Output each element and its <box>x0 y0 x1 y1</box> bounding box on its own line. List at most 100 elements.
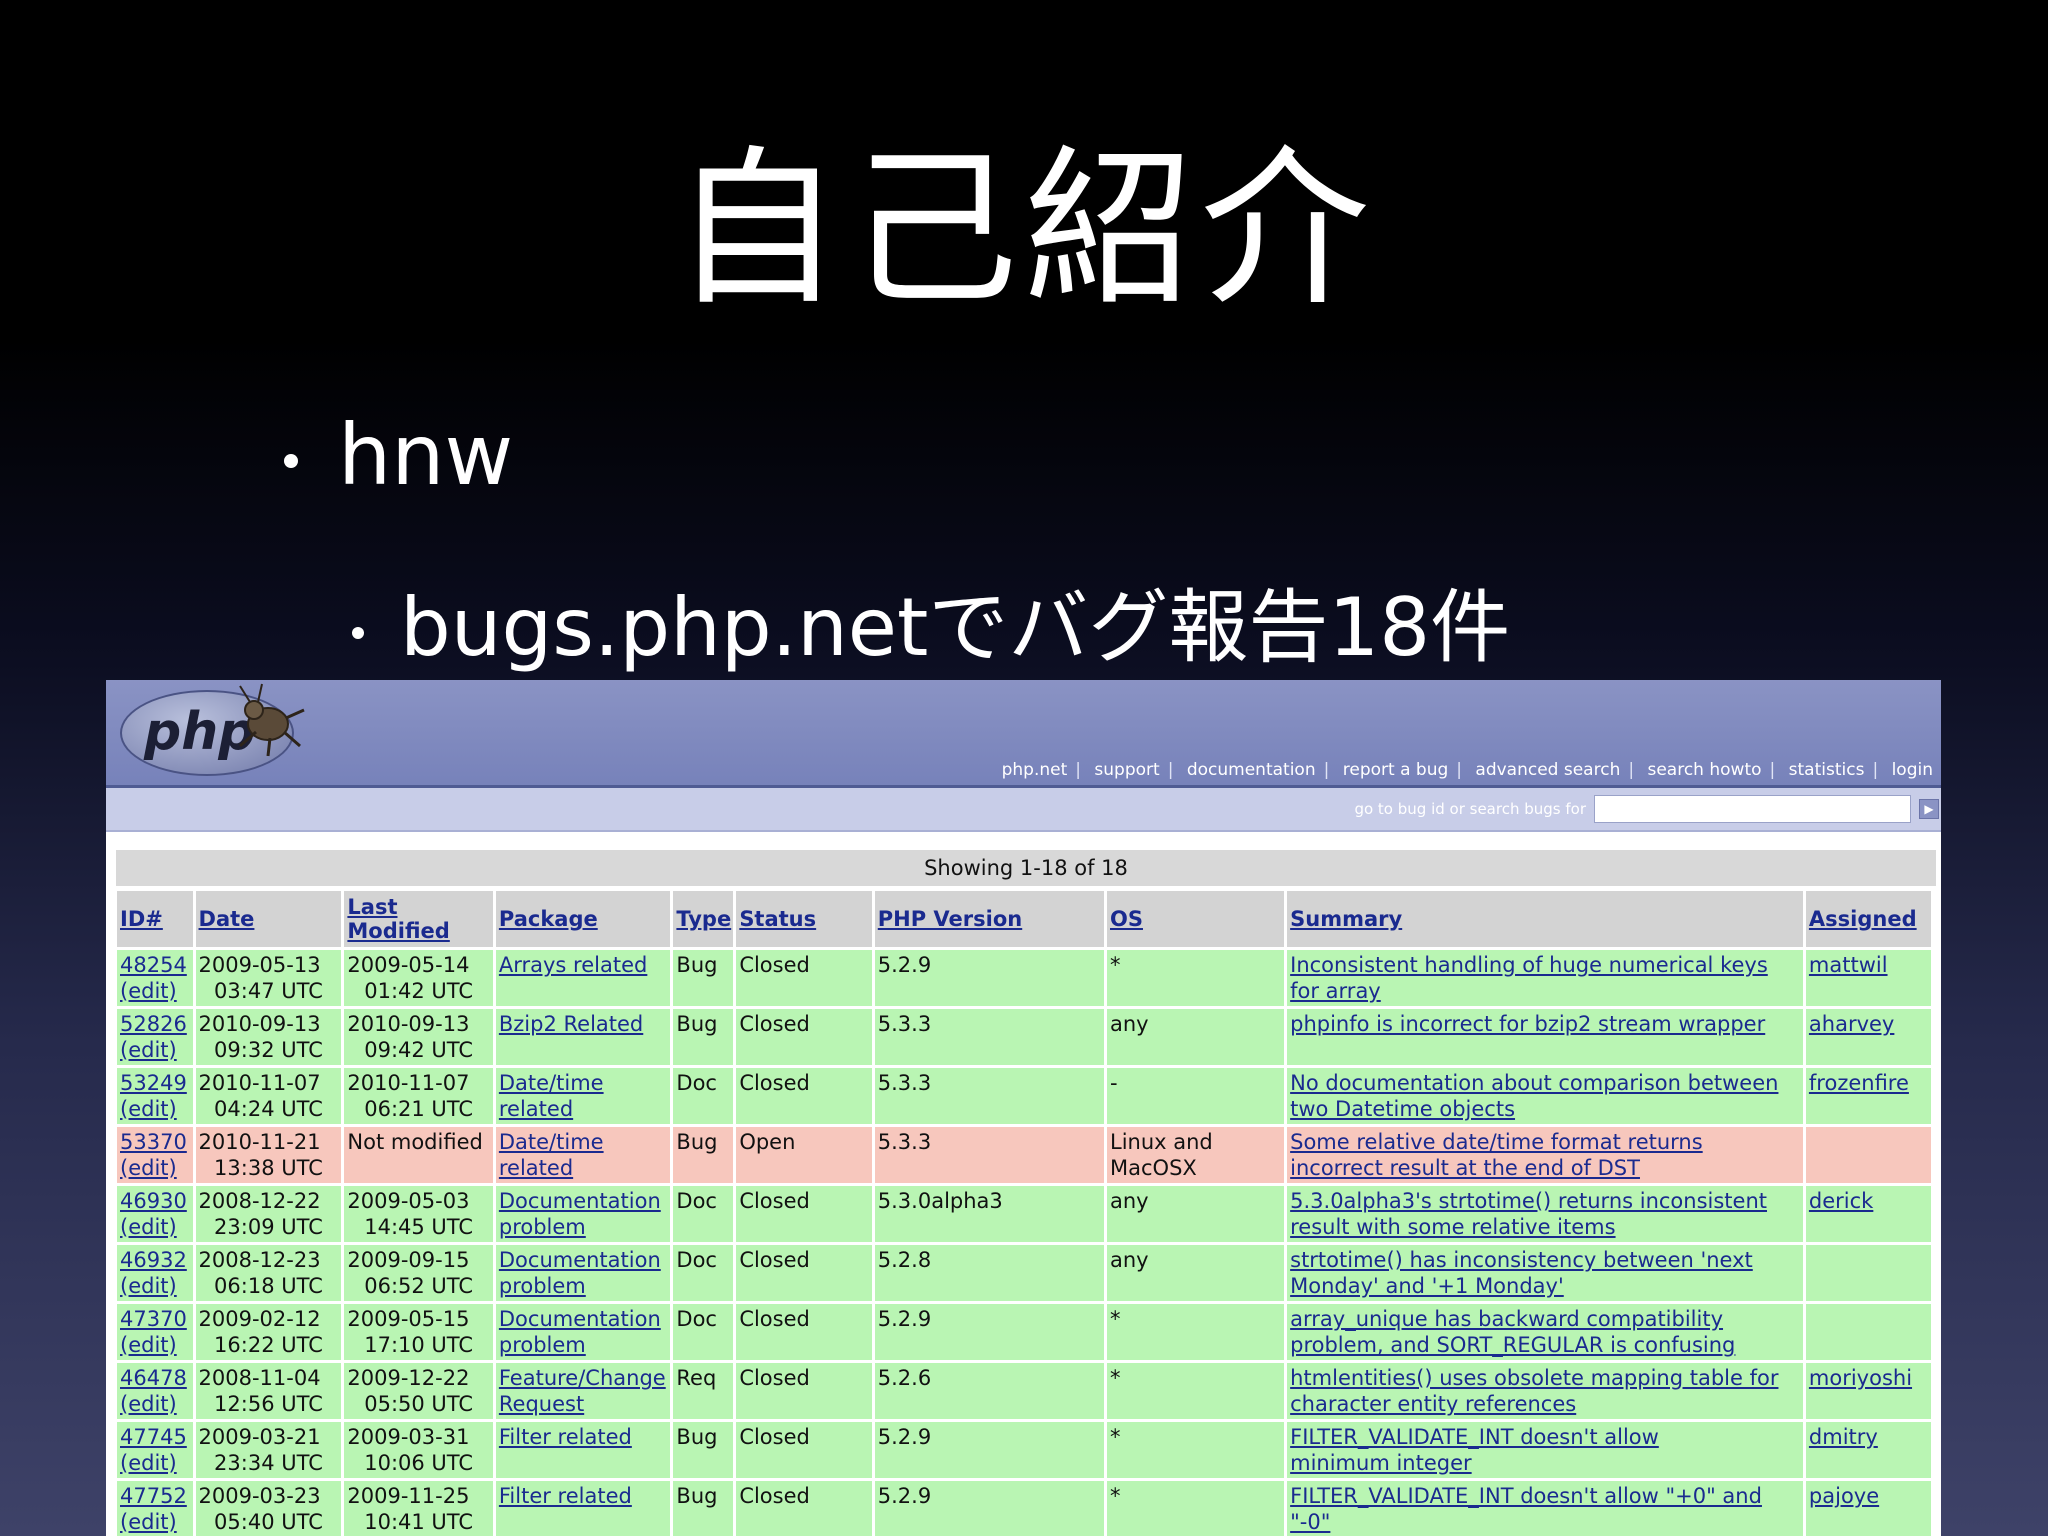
package-link-cont[interactable]: Request <box>499 1391 668 1417</box>
edit-link[interactable]: (edit) <box>120 1509 190 1535</box>
bug-id-link[interactable]: 46930 <box>120 1188 190 1214</box>
summary-link[interactable]: Inconsistent handling of huge numerical … <box>1290 952 1800 978</box>
bug-id-link[interactable]: 48254 <box>120 952 190 978</box>
col-status[interactable]: Status <box>736 891 872 947</box>
col-type[interactable]: Type <box>673 891 734 947</box>
cell-last-modified: 2009-05-03 14:45 UTC <box>344 1186 493 1242</box>
summary-link-cont[interactable]: result with some relative items <box>1290 1214 1800 1240</box>
package-link-cont[interactable]: problem <box>499 1214 668 1240</box>
assigned-link[interactable]: derick <box>1809 1188 1928 1214</box>
summary-link-cont[interactable]: "-0" <box>1290 1509 1800 1535</box>
col-os[interactable]: OS <box>1107 891 1285 947</box>
summary-link-cont[interactable]: minimum integer <box>1290 1450 1800 1476</box>
edit-link[interactable]: (edit) <box>120 1096 190 1122</box>
bug-id-link[interactable]: 47745 <box>120 1424 190 1450</box>
package-link[interactable]: Filter related <box>499 1424 668 1450</box>
col-package[interactable]: Package <box>495 891 671 947</box>
col-date[interactable]: Date <box>195 891 342 947</box>
summary-link-cont[interactable]: incorrect result at the end of DST <box>1290 1155 1800 1181</box>
edit-link[interactable]: (edit) <box>120 1450 190 1476</box>
assigned-link[interactable]: frozenfire <box>1809 1070 1928 1096</box>
nav-support[interactable]: support <box>1086 760 1167 780</box>
modified-value: 2010-11-07 <box>347 1071 470 1095</box>
edit-link[interactable]: (edit) <box>120 1155 190 1181</box>
search-input[interactable] <box>1594 795 1911 823</box>
assigned-link[interactable]: pajoye <box>1809 1483 1928 1509</box>
table-row: 47745 (edit) 2009-03-21 23:34 UTC 2009-03-31… <box>117 1422 1931 1478</box>
bug-id-link[interactable]: 47370 <box>120 1306 190 1332</box>
cell-id: 52826 (edit) <box>117 1009 193 1065</box>
package-link[interactable]: Documentation <box>499 1306 668 1332</box>
package-link-cont[interactable]: problem <box>499 1332 668 1358</box>
assigned-link[interactable]: aharvey <box>1809 1011 1928 1037</box>
modified-time-value: 10:06 UTC <box>364 1451 474 1475</box>
package-link[interactable]: Filter related <box>499 1483 668 1509</box>
package-link[interactable]: Documentation <box>499 1247 668 1273</box>
summary-link[interactable]: htmlentities() uses obsolete mapping tab… <box>1290 1365 1800 1391</box>
summary-link[interactable]: array_unique has backward compatibility <box>1290 1306 1800 1332</box>
assigned-link[interactable]: moriyoshi <box>1809 1365 1928 1391</box>
type-value: Bug <box>676 1484 718 1508</box>
edit-link[interactable]: (edit) <box>120 1332 190 1358</box>
edit-link[interactable]: (edit) <box>120 1037 190 1063</box>
nav-login[interactable]: login <box>1884 760 1941 780</box>
col-id[interactable]: ID# <box>117 891 193 947</box>
bug-id-link[interactable]: 53370 <box>120 1129 190 1155</box>
cell-status: Closed <box>736 950 872 1006</box>
summary-link[interactable]: 5.3.0alpha3's strtotime() returns incons… <box>1290 1188 1800 1214</box>
assigned-link[interactable]: dmitry <box>1809 1424 1928 1450</box>
table-row: 53249 (edit) 2010-11-07 04:24 UTC 2010-11-07… <box>117 1068 1931 1124</box>
cell-php-version: 5.2.9 <box>874 1481 1104 1536</box>
bugs-php-screenshot: php php.net | support | documentation | rep… <box>106 680 1941 1536</box>
php-version-value: 5.2.9 <box>877 1425 932 1449</box>
nav-advanced-search[interactable]: advanced search <box>1467 760 1628 780</box>
edit-link[interactable]: (edit) <box>120 1214 190 1240</box>
nav-statistics[interactable]: statistics <box>1781 760 1873 780</box>
summary-link-cont[interactable]: two Datetime objects <box>1290 1096 1800 1122</box>
package-link[interactable]: Date/time <box>499 1070 668 1096</box>
cell-type: Doc <box>673 1068 734 1124</box>
package-link-cont[interactable]: problem <box>499 1273 668 1299</box>
bug-id-link[interactable]: 53249 <box>120 1070 190 1096</box>
package-link-cont[interactable]: related <box>499 1096 668 1122</box>
nav-php-net[interactable]: php.net <box>994 760 1076 780</box>
os-value: any <box>1110 1189 1149 1213</box>
summary-link-cont[interactable]: Monday' and '+1 Monday' <box>1290 1273 1800 1299</box>
cell-status: Closed <box>736 1245 872 1301</box>
summary-link[interactable]: strtotime() has inconsistency between 'n… <box>1290 1247 1800 1273</box>
summary-link-cont[interactable]: character entity references <box>1290 1391 1800 1417</box>
bullet-dot-icon <box>284 454 298 469</box>
package-link[interactable]: Arrays related <box>499 952 668 978</box>
summary-link[interactable]: No documentation about comparison betwee… <box>1290 1070 1800 1096</box>
package-link[interactable]: Date/time <box>499 1129 668 1155</box>
bug-id-link[interactable]: 46932 <box>120 1247 190 1273</box>
edit-link[interactable]: (edit) <box>120 1391 190 1417</box>
package-link[interactable]: Bzip2 Related <box>499 1011 668 1037</box>
modified-time-value: 06:21 UTC <box>364 1097 474 1121</box>
edit-link[interactable]: (edit) <box>120 978 190 1004</box>
summary-link[interactable]: Some relative date/time format returns <box>1290 1129 1800 1155</box>
nav-search-howto[interactable]: search howto <box>1639 760 1769 780</box>
col-summary[interactable]: Summary <box>1287 891 1803 947</box>
col-assigned[interactable]: Assigned <box>1805 891 1931 947</box>
cell-summary: strtotime() has inconsistency between 'n… <box>1287 1245 1803 1301</box>
bug-id-link[interactable]: 46478 <box>120 1365 190 1391</box>
summary-link-cont[interactable]: problem, and SORT_REGULAR is confusing <box>1290 1332 1800 1358</box>
assigned-link[interactable]: mattwil <box>1809 952 1928 978</box>
summary-link[interactable]: phpinfo is incorrect for bzip2 stream wr… <box>1290 1011 1800 1037</box>
package-link[interactable]: Documentation <box>499 1188 668 1214</box>
edit-link[interactable]: (edit) <box>120 1273 190 1299</box>
package-link-cont[interactable]: related <box>499 1155 668 1181</box>
arrow-right-icon[interactable]: ▶ <box>1919 799 1939 819</box>
bug-id-link[interactable]: 47752 <box>120 1483 190 1509</box>
package-link[interactable]: Feature/Change <box>499 1365 668 1391</box>
status-value: Closed <box>739 1307 810 1331</box>
col-php-version[interactable]: PHP Version <box>874 891 1104 947</box>
nav-report-bug[interactable]: report a bug <box>1335 760 1457 780</box>
bug-id-link[interactable]: 52826 <box>120 1011 190 1037</box>
summary-link[interactable]: FILTER_VALIDATE_INT doesn't allow "+0" a… <box>1290 1483 1800 1509</box>
col-last-modified[interactable]: Last Modified <box>344 891 493 947</box>
summary-link[interactable]: FILTER_VALIDATE_INT doesn't allow <box>1290 1424 1800 1450</box>
nav-documentation[interactable]: documentation <box>1179 760 1324 780</box>
summary-link-cont[interactable]: for array <box>1290 978 1800 1004</box>
